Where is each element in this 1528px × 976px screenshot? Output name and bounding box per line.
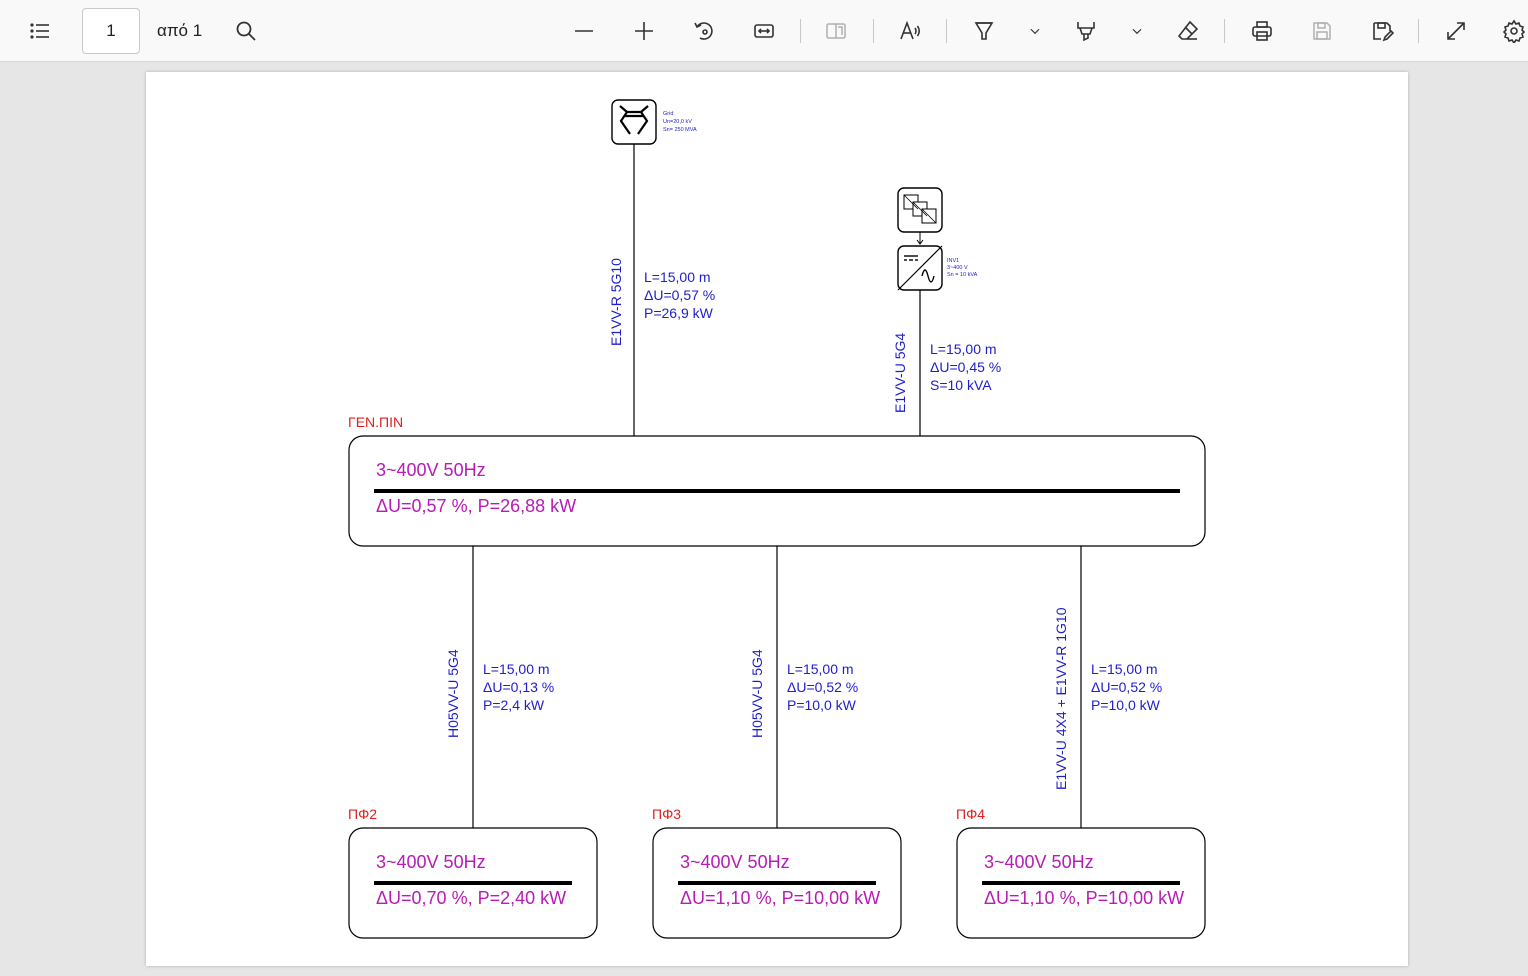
feeder-cable-length: L=15,00 m — [787, 661, 854, 677]
single-line-diagram: Grid Un=20,0 kV Sn= 250 MVA E1VV-R 5G10 … — [348, 99, 1206, 939]
document-viewport[interactable]: Grid Un=20,0 kV Sn= 250 MVA E1VV-R 5G10 … — [0, 62, 1528, 976]
feeder-cable-power: P=10,0 kW — [787, 697, 857, 713]
grid-label: Grid — [663, 111, 673, 117]
feeder-cable-type: H05VV-U 5G4 — [445, 649, 461, 738]
chevron-down-icon[interactable] — [1122, 11, 1152, 51]
sub-panel-voltage: 3~400V 50Hz — [376, 852, 486, 872]
fullscreen-icon[interactable] — [1436, 11, 1476, 51]
sub-panel-name: ΠΦ2 — [348, 806, 377, 822]
rotate-icon[interactable] — [684, 11, 724, 51]
inverter-cable-drop: ΔU=0,45 % — [930, 359, 1001, 375]
page-count-label: από 1 — [157, 21, 203, 40]
grid-cable-power: P=26,9 kW — [644, 305, 714, 321]
zoom-in-icon[interactable] — [624, 11, 664, 51]
settings-icon[interactable] — [1494, 11, 1528, 51]
feeder-cable-power: P=2,4 kW — [483, 697, 545, 713]
eraser-icon[interactable] — [1168, 11, 1208, 51]
print-icon[interactable] — [1242, 11, 1282, 51]
inverter-cable-power: S=10 kVA — [930, 377, 992, 393]
sub-panel-voltage: 3~400V 50Hz — [984, 852, 1094, 872]
inverter-label: INV1 — [947, 258, 959, 264]
page-view-icon[interactable] — [816, 11, 856, 51]
inverter-cable-type: E1VV-U 5G4 — [892, 333, 908, 413]
fit-width-icon[interactable] — [744, 11, 784, 51]
feeder-cable-drop: ΔU=0,52 % — [1091, 679, 1162, 695]
inverter-icon — [897, 245, 943, 291]
chevron-down-icon[interactable] — [1020, 11, 1050, 51]
search-icon[interactable] — [226, 11, 266, 51]
sub-panel-name: ΠΦ4 — [956, 806, 985, 822]
save-as-icon[interactable] — [1362, 11, 1402, 51]
main-panel-voltage: 3~400V 50Hz — [376, 460, 486, 480]
toc-icon[interactable] — [20, 11, 60, 51]
draw-icon[interactable] — [964, 11, 1004, 51]
grid-cable-length: L=15,00 m — [644, 269, 711, 285]
grid-source-icon — [611, 99, 657, 145]
pdf-page: Grid Un=20,0 kV Sn= 250 MVA E1VV-R 5G10 … — [146, 72, 1408, 966]
feeder-cable-length: L=15,00 m — [1091, 661, 1158, 677]
grid-cable-type: E1VV-R 5G10 — [608, 258, 624, 346]
grid-cable-drop: ΔU=0,57 % — [644, 287, 715, 303]
zoom-out-icon[interactable] — [564, 11, 604, 51]
sub-panel-summary: ΔU=1,10 %, P=10,00 kW — [984, 888, 1184, 908]
feeder-cable-type: H05VV-U 5G4 — [749, 649, 765, 738]
feeder-cable-length: L=15,00 m — [483, 661, 550, 677]
inverter-cable-length: L=15,00 m — [930, 341, 997, 357]
main-panel-name: ΓΕΝ.ΠΙΝ — [348, 414, 403, 430]
pv-panels-icon — [897, 187, 943, 233]
read-aloud-icon[interactable] — [890, 11, 930, 51]
sub-panel-voltage: 3~400V 50Hz — [680, 852, 790, 872]
page-number-input[interactable] — [82, 8, 140, 54]
grid-power: Sn= 250 MVA — [663, 127, 697, 133]
save-icon[interactable] — [1302, 11, 1342, 51]
feeder-cable-drop: ΔU=0,13 % — [483, 679, 554, 695]
feeder-cable-power: P=10,0 kW — [1091, 697, 1161, 713]
main-panel-summary: ΔU=0,57 %, P=26,88 kW — [376, 496, 576, 516]
inverter-power: Sn = 10 kVA — [947, 272, 978, 278]
highlight-icon[interactable] — [1066, 11, 1106, 51]
feeder-cable-drop: ΔU=0,52 % — [787, 679, 858, 695]
inverter-voltage: 3~400 V — [947, 265, 968, 271]
sub-panel-name: ΠΦ3 — [652, 806, 681, 822]
grid-voltage: Un=20,0 kV — [663, 119, 692, 125]
feeder-cable-type: E1VV-U 4X4 + E1VV-R 1G10 — [1053, 607, 1069, 790]
pdf-toolbar: από 1 — [0, 0, 1528, 62]
sub-panel-summary: ΔU=1,10 %, P=10,00 kW — [680, 888, 880, 908]
sub-panel-summary: ΔU=0,70 %, P=2,40 kW — [376, 888, 566, 908]
